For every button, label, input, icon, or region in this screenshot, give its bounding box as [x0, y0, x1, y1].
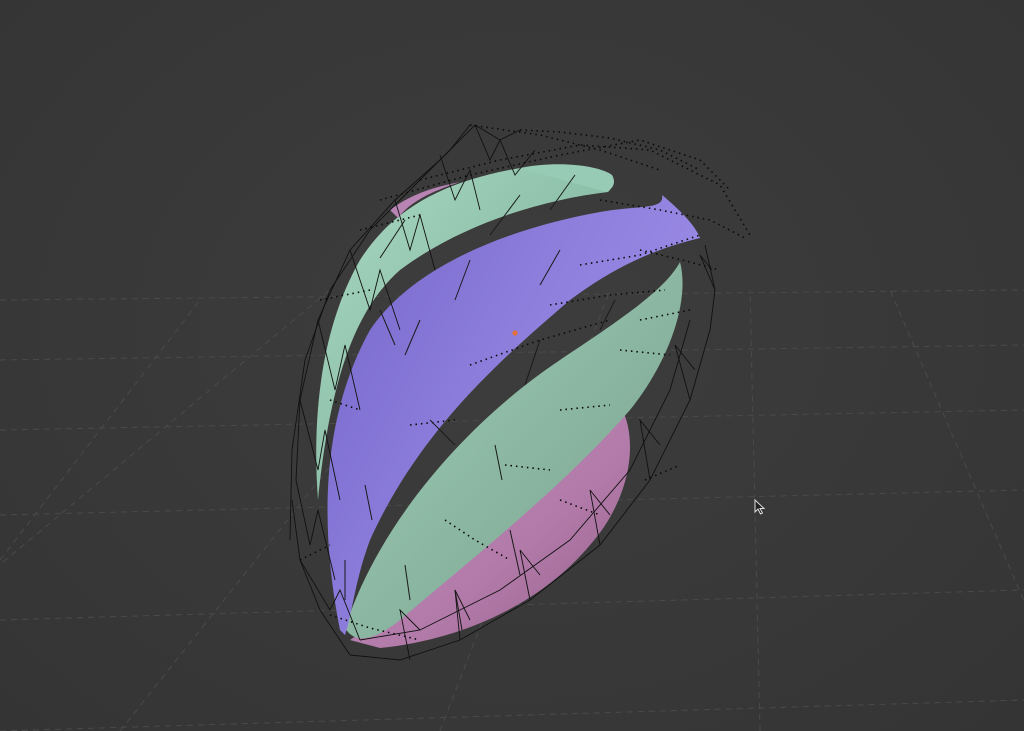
3d-viewport[interactable]: [0, 0, 1024, 731]
pointer-arrow-icon: [754, 498, 766, 515]
mesh-object[interactable]: [316, 164, 700, 648]
origin-marker: [512, 330, 518, 336]
viewport-canvas[interactable]: [0, 0, 1024, 731]
